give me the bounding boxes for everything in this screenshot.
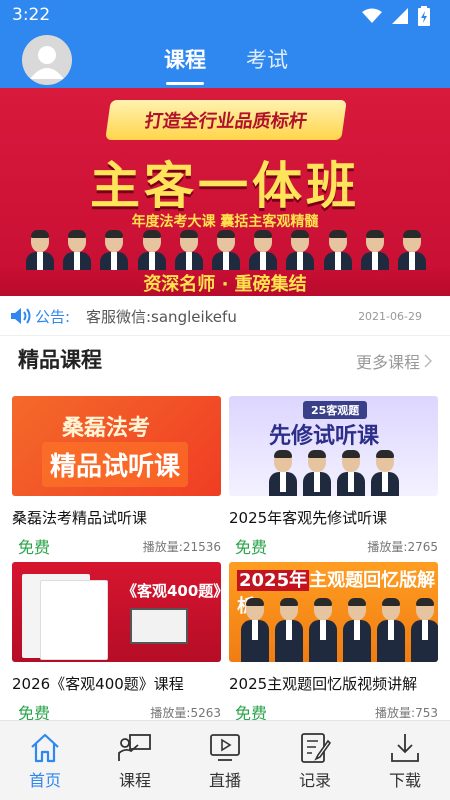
thumbnail-teachers: [269, 450, 399, 496]
tab-exam[interactable]: 考试: [246, 44, 288, 74]
course-title: 桑磊法考精品试听课: [12, 509, 148, 527]
notice-bar[interactable]: 公告: 客服微信:sangleikefu 2021-06-29: [0, 296, 450, 336]
course-title: 2026《客观400题》课程: [12, 675, 184, 693]
tab-downloads[interactable]: 下载: [360, 721, 450, 800]
course-play-count: 播放量:753: [375, 706, 438, 720]
book-cover: [40, 580, 108, 660]
user-avatar-icon: [30, 46, 64, 79]
notice-date: 2021-06-29: [358, 310, 422, 323]
more-courses-link[interactable]: 更多课程: [356, 349, 432, 373]
status-icons: [362, 6, 430, 26]
screen-illustration: [130, 608, 188, 644]
banner-subline: 年度法考大课 囊括主客观精髓: [131, 214, 319, 230]
thumbnail-text: 精品试听课: [42, 442, 189, 487]
signal-icon: [392, 8, 408, 24]
thumbnail-year: 2025年: [237, 570, 310, 591]
tab-course[interactable]: 课程: [164, 44, 206, 74]
active-tab-indicator: [166, 82, 204, 85]
course-card[interactable]: 25客观题 先修试听课 2025年客观先修试听课 免费 播放量:2765: [229, 396, 438, 557]
speaker-icon: [11, 308, 31, 324]
thumbnail-text: 先修试听课: [269, 424, 380, 449]
live-play-icon: [210, 734, 240, 761]
wifi-icon: [362, 8, 382, 23]
notice-text: 客服微信:sangleikefu: [86, 308, 237, 326]
tab-label: 首页: [28, 771, 61, 790]
tab-label: 直播: [208, 771, 241, 790]
course-card[interactable]: 2025年主观题回忆版解析 2025主观题回忆版视频讲解 免费 播放量:753: [229, 562, 438, 723]
tab-records[interactable]: 记录: [270, 721, 360, 800]
course-thumbnail: 《客观400题》: [12, 562, 221, 662]
notepad-pen-icon: [301, 733, 332, 763]
course-thumbnail: 25客观题 先修试听课: [229, 396, 438, 496]
course-card[interactable]: 《客观400题》 2026《客观400题》课程 免费 播放量:5263: [12, 562, 221, 723]
chevron-right-icon: [424, 354, 432, 368]
course-play-count: 播放量:21536: [142, 540, 221, 554]
status-time: 3:22: [12, 5, 51, 25]
more-courses-label: 更多课程: [355, 353, 420, 372]
thumbnail-text: 《客观400题》: [122, 582, 221, 600]
tab-label: 下载: [388, 771, 421, 790]
course-thumbnail: 2025年主观题回忆版解析: [229, 562, 438, 662]
tab-home[interactable]: 首页: [0, 721, 90, 800]
download-icon: [391, 734, 419, 762]
thumbnail-tag: 25客观题: [303, 401, 368, 419]
thumbnail-teachers: [241, 598, 438, 662]
banner-headline: 主客一体班: [90, 157, 360, 215]
course-title: 2025主观题回忆版视频讲解: [229, 675, 418, 693]
course-thumbnail: 桑磊法考 精品试听课: [12, 396, 221, 496]
tab-label: 课程: [118, 771, 151, 790]
course-price: 免费: [235, 538, 268, 557]
status-bar: 3:22: [0, 0, 450, 32]
course-price: 免费: [18, 538, 51, 557]
tab-live[interactable]: 直播: [180, 721, 270, 800]
course-play-count: 播放量:2765: [367, 540, 438, 554]
home-icon: [31, 733, 59, 763]
course-title: 2025年客观先修试听课: [229, 509, 388, 527]
promo-banner[interactable]: 打造全行业品质标杆 主客一体班 年度法考大课 囊括主客观精髓 资深名师 · 重磅…: [0, 88, 450, 296]
tab-label: 记录: [298, 771, 331, 790]
course-card[interactable]: 桑磊法考 精品试听课 桑磊法考精品试听课 免费 播放量:21536: [12, 396, 221, 557]
banner-ribbon-text: 打造全行业品质标杆: [143, 111, 309, 132]
thumbnail-text: 桑磊法考: [62, 416, 151, 441]
banner-slogan: 资深名师 · 重磅集结: [0, 270, 450, 296]
notice-label: 公告:: [35, 308, 71, 326]
course-play-count: 播放量:5263: [150, 706, 221, 720]
avatar[interactable]: [22, 35, 72, 85]
tab-courses[interactable]: 课程: [90, 721, 180, 800]
battery-icon: [418, 6, 430, 26]
top-header: 课程 考试: [0, 32, 450, 88]
banner-ribbon: 打造全行业品质标杆: [105, 100, 347, 140]
bottom-tab-bar: 首页 课程 直播 记录 下载: [0, 720, 450, 800]
section-title: 精品课程: [18, 348, 102, 372]
teacher-board-icon: [118, 734, 151, 761]
